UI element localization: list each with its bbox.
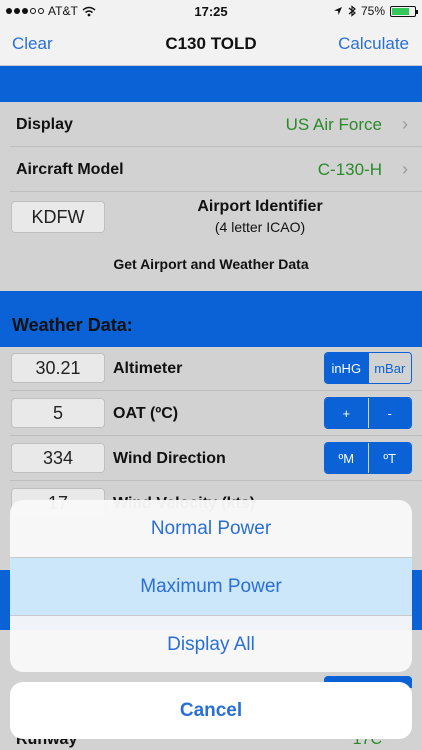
bluetooth-icon	[348, 5, 356, 17]
minus-segment[interactable]: -	[367, 398, 411, 428]
wind-reference-segment: ºM ºT	[324, 442, 412, 474]
inhg-segment[interactable]: inHG	[325, 353, 368, 383]
get-airport-weather-button[interactable]: Get Airport and Weather Data	[0, 256, 422, 272]
magnetic-segment[interactable]: ºM	[325, 443, 368, 473]
maximum-power-option[interactable]: Maximum Power	[10, 558, 412, 615]
true-segment[interactable]: ºT	[367, 443, 411, 473]
divider	[10, 435, 422, 436]
altimeter-unit-segment: inHG mBar	[324, 352, 412, 384]
display-row[interactable]: Display US Air Force ›	[0, 102, 422, 146]
aircraft-model-value: C-130-H	[317, 160, 382, 179]
weather-section-header: Weather Data:	[0, 291, 422, 347]
calculate-button[interactable]: Calculate	[338, 34, 409, 54]
location-arrow-icon	[333, 7, 342, 15]
aircraft-model-row[interactable]: Aircraft Model C-130-H ›	[0, 147, 422, 191]
battery-icon	[390, 5, 418, 17]
oat-input[interactable]: 5	[11, 398, 105, 428]
battery-percent: 75%	[360, 4, 385, 18]
cancel-button[interactable]: Cancel	[10, 682, 412, 739]
airport-identifier-input[interactable]: KDFW	[11, 201, 105, 233]
chevron-right-icon: ›	[402, 159, 408, 179]
chevron-right-icon: ›	[402, 114, 408, 134]
altimeter-label: Altimeter	[113, 360, 183, 377]
power-action-sheet: Normal Power Maximum Power Display All	[10, 500, 412, 672]
oat-sign-segment: + -	[324, 397, 412, 429]
navigation-bar: Clear C130 TOLD Calculate	[0, 22, 422, 66]
weather-header-label: Weather Data:	[12, 315, 133, 335]
normal-power-option[interactable]: Normal Power	[10, 500, 412, 557]
divider	[10, 480, 422, 481]
status-right: 75%	[333, 4, 418, 18]
altimeter-input[interactable]: 30.21	[11, 353, 105, 383]
wind-direction-label: Wind Direction	[113, 450, 226, 467]
display-all-option[interactable]: Display All	[10, 616, 412, 672]
status-bar: AT&T 17:25 75%	[0, 0, 422, 22]
airport-identifier-title: Airport Identifier	[197, 198, 323, 215]
divider	[10, 390, 422, 391]
aircraft-model-label: Aircraft Model	[16, 161, 124, 178]
divider	[10, 191, 422, 192]
section-band-top	[0, 66, 422, 102]
display-label: Display	[16, 116, 73, 133]
mbar-segment[interactable]: mBar	[367, 353, 411, 383]
wind-direction-input[interactable]: 334	[11, 443, 105, 473]
plus-segment[interactable]: +	[325, 398, 368, 428]
display-value: US Air Force	[285, 115, 382, 134]
airport-identifier-subtitle: (4 letter ICAO)	[214, 219, 306, 235]
oat-label: OAT (ºC)	[113, 405, 179, 422]
